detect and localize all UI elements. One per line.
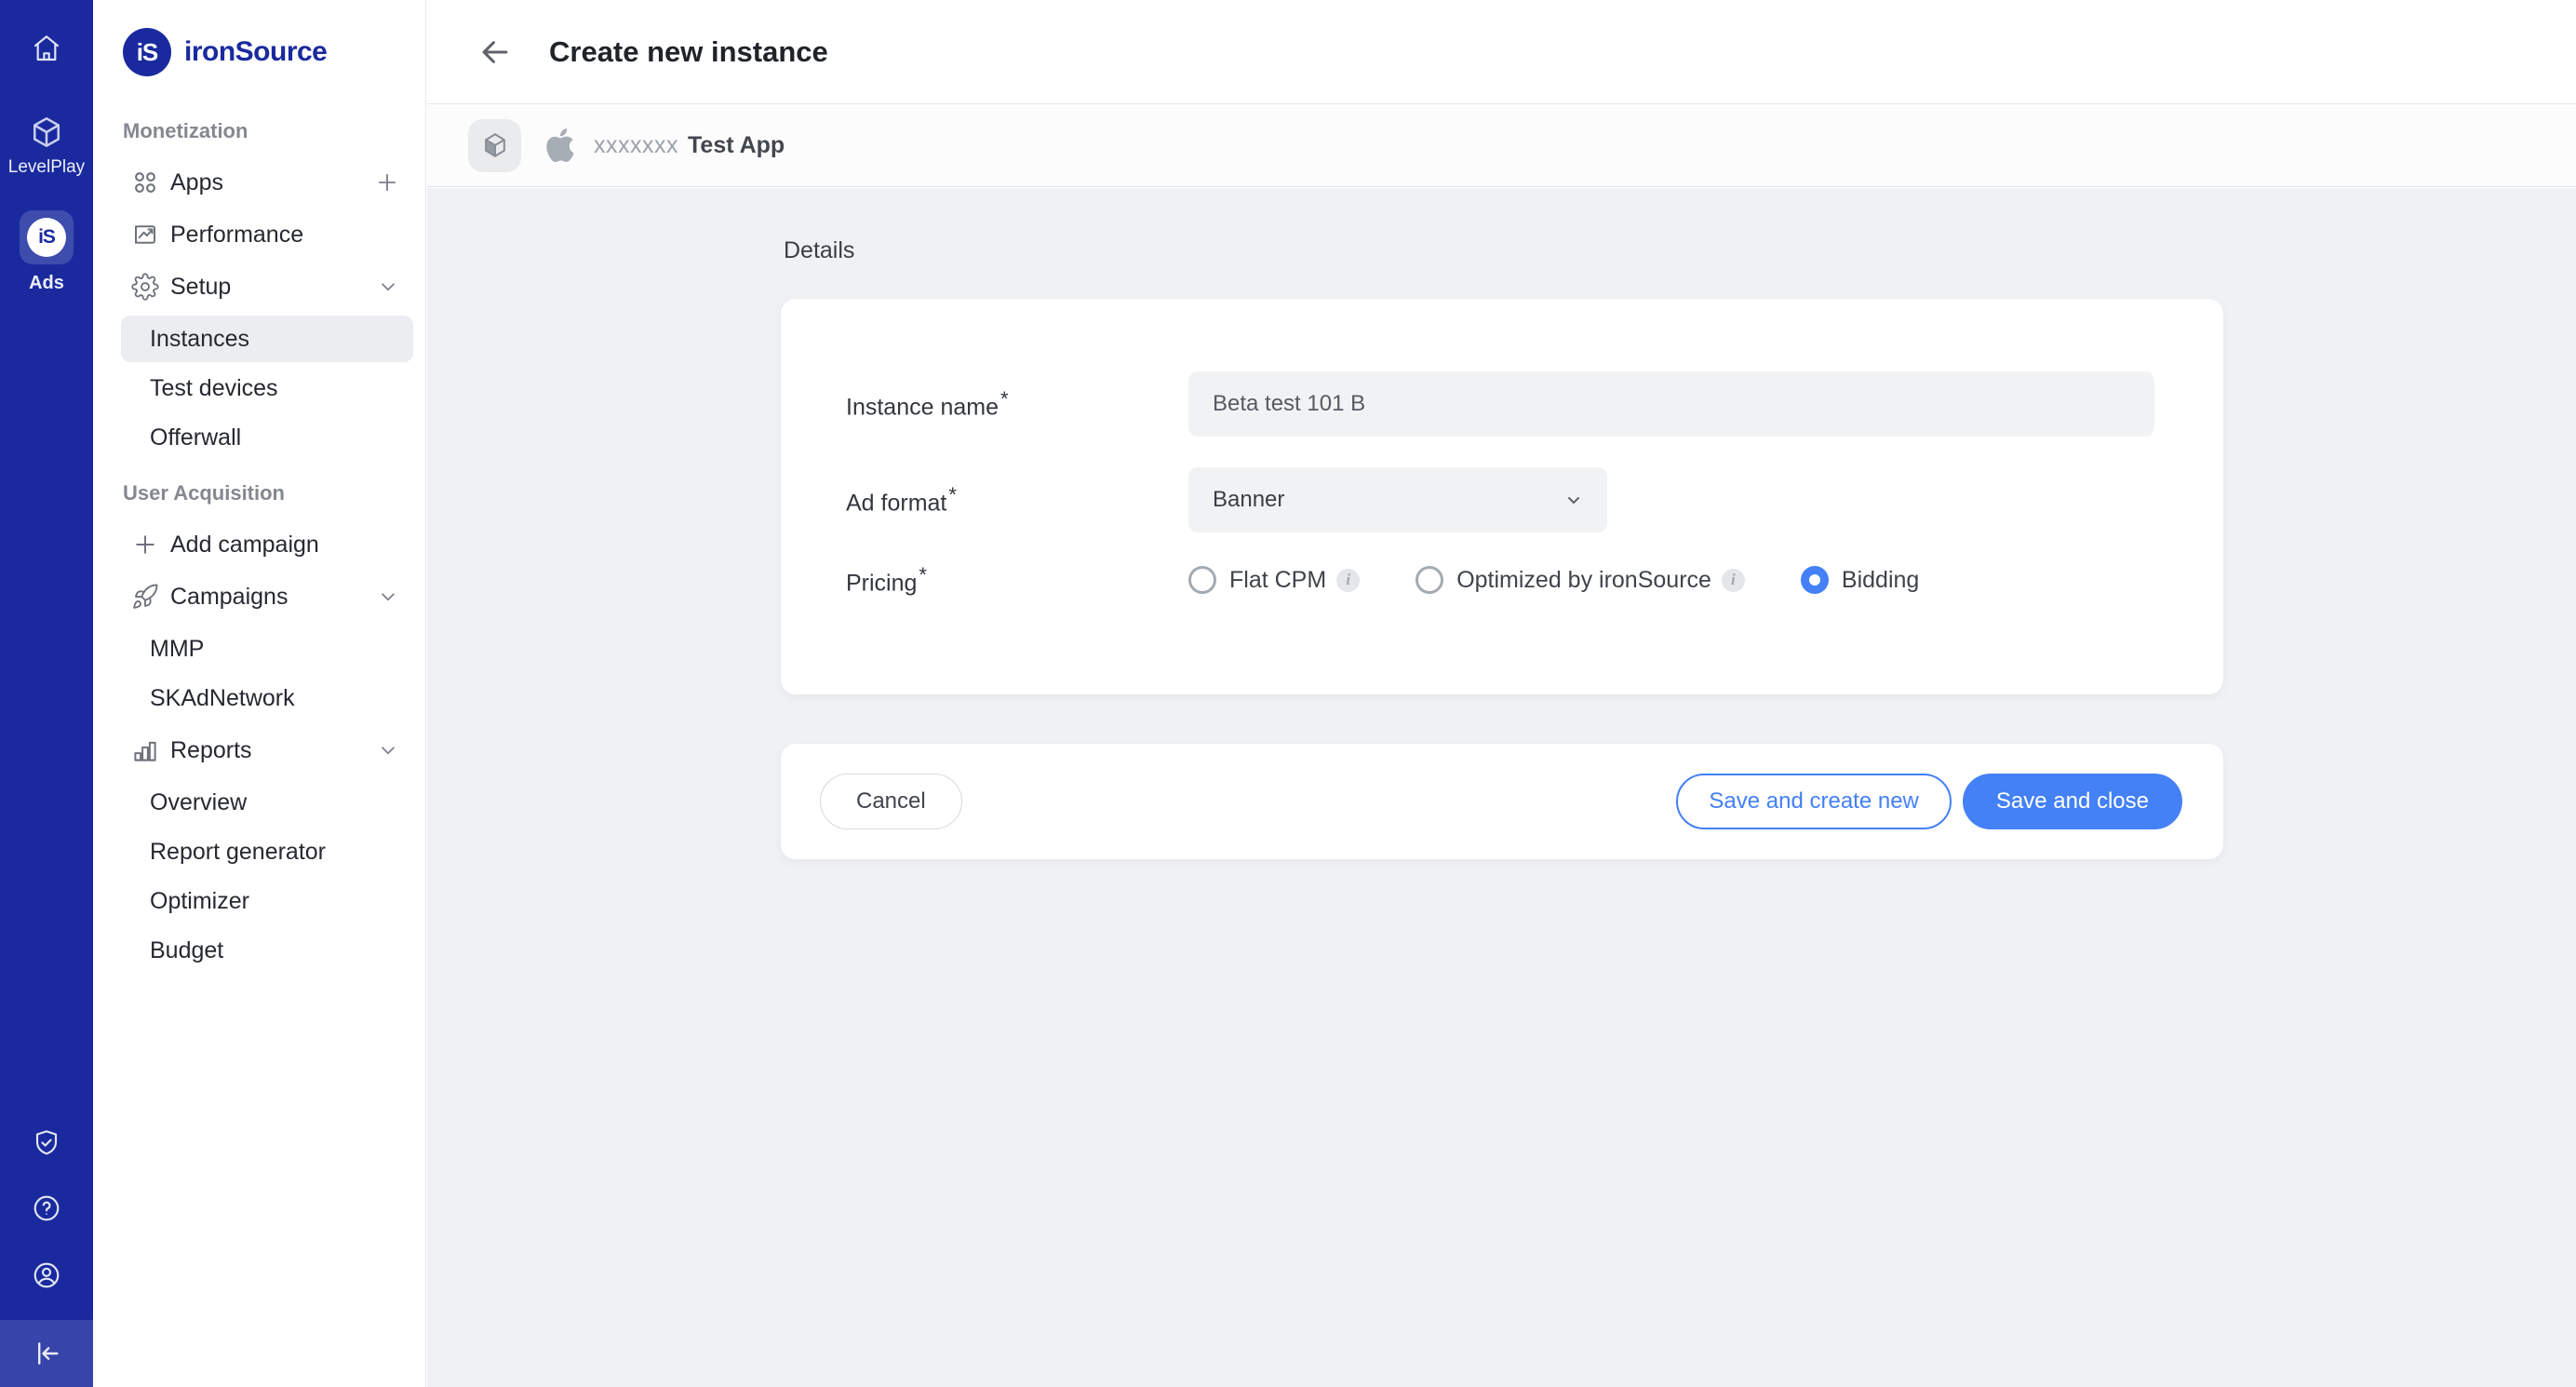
product-rail: LevelPlay iS Ads — [0, 0, 93, 1387]
sidebar-item-mmp[interactable]: MMP — [121, 626, 413, 672]
sidebar-item-skadnetwork[interactable]: SKAdNetwork — [121, 675, 413, 721]
app-selector-row[interactable]: xxxxxxx Test App — [427, 104, 2576, 187]
form-actions-card: Cancel Save and create new Save and clos… — [781, 744, 2223, 859]
pricing-option-optimized[interactable]: Optimized by ironSource i — [1415, 566, 1745, 594]
required-asterisk: * — [948, 483, 957, 506]
cancel-button[interactable]: Cancel — [820, 774, 962, 829]
ironsource-logo-monogram: iS — [123, 28, 171, 76]
app-placeholder-badge — [468, 119, 521, 172]
sidebar-item-apps[interactable]: Apps — [93, 156, 425, 209]
levelplay-cube-icon — [30, 115, 63, 149]
plus-icon — [131, 531, 159, 559]
radio-unselected[interactable] — [1188, 566, 1216, 594]
ironsource-logo[interactable]: iS ironSource — [123, 28, 425, 76]
ironsource-monogram: iS — [27, 218, 66, 257]
chevron-down-icon — [376, 275, 400, 299]
ad-format-row: Ad format* Banner — [846, 467, 2223, 532]
sidebar-item-report-generator[interactable]: Report generator — [121, 828, 413, 875]
sidebar-item-performance[interactable]: Performance — [93, 209, 425, 261]
rail-item-levelplay[interactable]: LevelPlay — [0, 115, 93, 178]
section-label-monetization: Monetization — [123, 119, 400, 143]
instance-details-card: Instance name* Ad format* Banner Pricing… — [781, 299, 2223, 694]
account-icon — [32, 1260, 61, 1290]
apple-platform-icon — [543, 128, 577, 162]
instance-name-row: Instance name* — [846, 371, 2223, 437]
shield-check-icon — [32, 1128, 61, 1158]
rail-item-label: Ads — [29, 273, 64, 294]
save-and-create-new-button[interactable]: Save and create new — [1676, 774, 1951, 829]
apps-grid-icon — [131, 168, 159, 196]
radio-selected[interactable] — [1801, 566, 1829, 594]
sidebar-item-optimizer[interactable]: Optimizer — [121, 878, 413, 924]
app-id-masked: xxxxxxx — [594, 132, 678, 159]
ironsource-logo-text: ironSource — [184, 36, 327, 68]
required-asterisk: * — [1000, 387, 1009, 411]
info-icon[interactable]: i — [1722, 569, 1745, 592]
navigation-sidebar: iS ironSource Monetization Apps Performa… — [93, 0, 426, 1387]
sidebar-item-instances[interactable]: Instances — [121, 316, 413, 362]
rail-item-label: LevelPlay — [8, 157, 85, 178]
sidebar-item-reports[interactable]: Reports — [93, 724, 425, 776]
privacy-shield-button[interactable] — [0, 1128, 93, 1158]
required-asterisk: * — [919, 563, 927, 586]
rail-item-ads[interactable]: iS Ads — [0, 210, 93, 294]
ad-format-selected-value: Banner — [1213, 487, 1284, 513]
collapse-icon — [31, 1338, 62, 1369]
sidebar-item-setup[interactable]: Setup — [93, 261, 425, 313]
sidebar-item-test-devices[interactable]: Test devices — [121, 365, 413, 411]
section-label-user-acquisition: User Acquisition — [123, 481, 400, 505]
page-title: Create new instance — [549, 35, 828, 69]
chevron-down-icon — [376, 585, 400, 609]
sidebar-item-budget[interactable]: Budget — [121, 927, 413, 974]
help-icon — [32, 1193, 61, 1223]
sidebar-item-label: Add campaign — [170, 532, 319, 559]
account-button[interactable] — [0, 1260, 93, 1290]
main-area: Create new instance xxxxxxx Test App Det… — [427, 0, 2576, 1387]
sidebar-item-label: Apps — [170, 169, 223, 196]
page-header: Create new instance — [427, 0, 2576, 104]
pricing-radio-group: Flat CPM i Optimized by ironSource i Bid… — [1188, 566, 1975, 594]
ads-active-badge: iS — [20, 210, 74, 264]
sidebar-item-label: Performance — [170, 222, 303, 249]
sidebar-item-label: Setup — [170, 274, 231, 301]
home-icon — [32, 34, 61, 63]
sidebar-item-label: Campaigns — [170, 584, 288, 611]
pricing-row: Pricing* Flat CPM i Optimized by ironSou… — [846, 563, 2223, 597]
campaigns-rocket-icon — [131, 583, 159, 611]
radio-unselected[interactable] — [1415, 566, 1443, 594]
ad-format-select[interactable]: Banner — [1188, 467, 1607, 532]
instance-name-input[interactable] — [1188, 371, 2154, 437]
add-app-button[interactable] — [374, 169, 400, 195]
sidebar-item-label: Reports — [170, 737, 252, 764]
help-button[interactable] — [0, 1193, 93, 1223]
save-and-close-button[interactable]: Save and close — [1963, 774, 2182, 829]
chevron-down-icon — [1563, 489, 1585, 511]
rail-item-home[interactable] — [0, 34, 93, 63]
app-name: Test App — [688, 132, 785, 159]
performance-chart-icon — [131, 221, 159, 249]
sidebar-item-add-campaign[interactable]: Add campaign — [93, 518, 425, 571]
instance-name-label: Instance name* — [846, 387, 1188, 421]
sidebar-item-overview[interactable]: Overview — [121, 779, 413, 826]
save-buttons-group: Save and create new Save and close — [1676, 774, 2182, 829]
pricing-option-flat-cpm[interactable]: Flat CPM i — [1188, 566, 1360, 594]
collapse-sidebar-button[interactable] — [0, 1320, 93, 1387]
gear-icon — [131, 273, 159, 301]
pricing-option-bidding[interactable]: Bidding — [1801, 566, 1919, 594]
sidebar-item-offerwall[interactable]: Offerwall — [121, 414, 413, 461]
details-section-label: Details — [784, 237, 854, 264]
reports-bars-icon — [131, 736, 159, 764]
content-area: Details Instance name* Ad format* Banner — [427, 188, 2576, 1387]
sidebar-item-campaigns[interactable]: Campaigns — [93, 571, 425, 623]
back-button[interactable] — [475, 32, 516, 73]
chevron-down-icon — [376, 738, 400, 762]
ad-format-label: Ad format* — [846, 483, 1188, 517]
pricing-label: Pricing* — [846, 563, 1188, 597]
info-icon[interactable]: i — [1336, 569, 1360, 592]
